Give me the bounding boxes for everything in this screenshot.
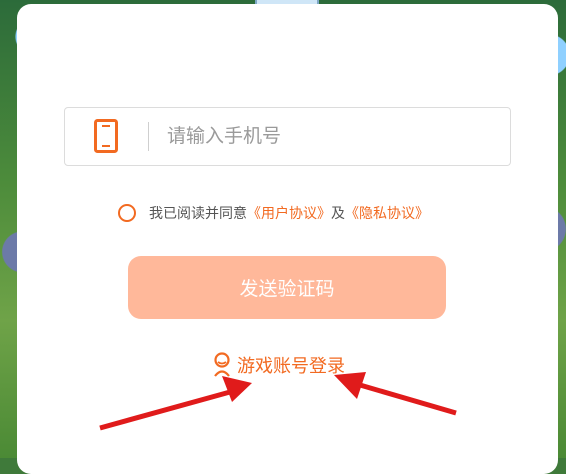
send-code-button[interactable]: 发送验证码 — [128, 256, 446, 319]
privacy-agreement-link[interactable]: 《隐私协议》 — [345, 203, 429, 223]
and-text: 及 — [331, 206, 345, 222]
game-account-login-button[interactable]: 游戏账号登录 — [212, 350, 345, 380]
game-account-login-label: 游戏账号登录 — [237, 356, 345, 377]
phone-input[interactable] — [165, 116, 499, 158]
agreement-row: 我已阅读并同意 《用户协议》 及 《隐私协议》 — [118, 201, 429, 225]
phone-field[interactable] — [64, 107, 511, 166]
phone-icon — [94, 119, 118, 153]
user-agreement-link[interactable]: 《用户协议》 — [247, 203, 331, 223]
field-divider — [148, 122, 149, 151]
agree-radio-icon[interactable] — [118, 204, 136, 222]
agree-prefix-text: 我已阅读并同意 — [149, 206, 247, 222]
login-panel: 我已阅读并同意 《用户协议》 及 《隐私协议》 发送验证码 游戏账号登录 — [17, 4, 558, 474]
person-icon — [214, 352, 230, 377]
